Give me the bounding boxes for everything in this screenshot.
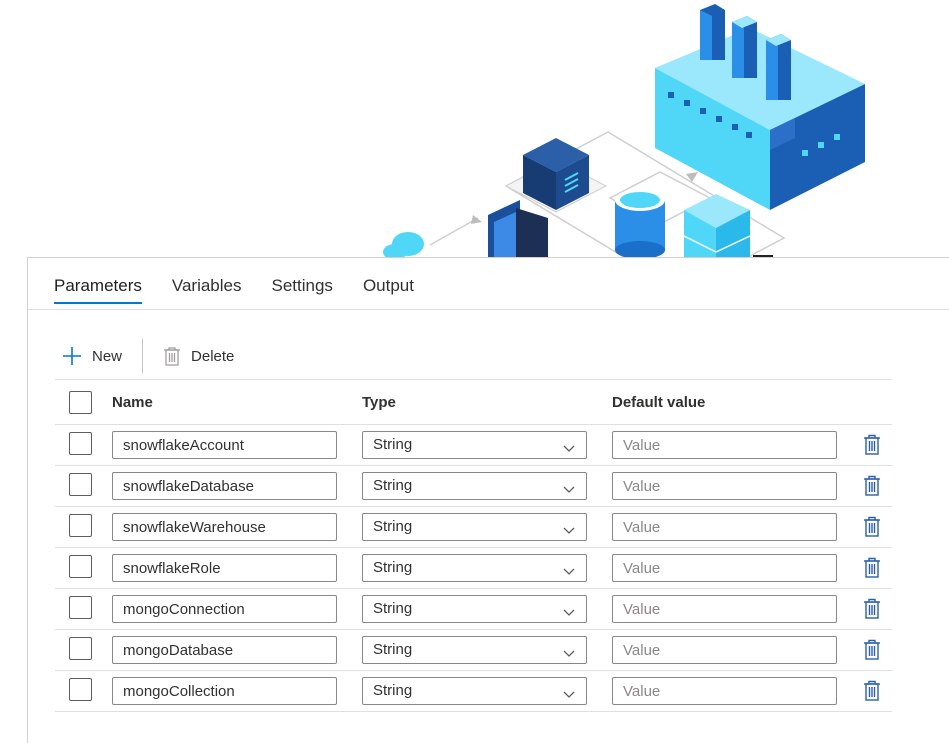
parameter-name-input[interactable] [112,431,337,459]
trash-icon[interactable] [863,475,881,502]
row-checkbox[interactable] [69,637,92,660]
grid-header-row: Name Type Default value [55,379,892,425]
tab-bar: Parameters Variables Settings Output [54,276,444,304]
parameter-name-input[interactable] [112,554,337,582]
parameter-row: String [55,548,892,589]
parameter-name-input[interactable] [112,595,337,623]
default-value-input[interactable] [612,472,837,500]
column-header-default-value: Default value [612,394,706,411]
parameter-name-input[interactable] [112,636,337,664]
default-value-input[interactable] [612,513,837,541]
tab-variables[interactable]: Variables [172,276,242,304]
parameter-row: String [55,466,892,507]
parameters-grid: Name Type Default value String [55,379,892,712]
default-value-input[interactable] [612,677,837,705]
default-value-input[interactable] [612,595,837,623]
parameter-name-input[interactable] [112,677,337,705]
parameter-name-input[interactable] [112,513,337,541]
chevron-down-icon [562,520,576,546]
trash-icon[interactable] [863,598,881,625]
parameter-row: String [55,425,892,466]
row-checkbox[interactable] [69,473,92,496]
select-all-checkbox[interactable] [69,391,92,414]
parameter-type-select[interactable]: String [362,431,587,459]
toolbar-separator [142,339,144,373]
parameter-type-select[interactable]: String [362,513,587,541]
parameter-type-value: String [373,600,413,617]
parameter-name-input[interactable] [112,472,337,500]
trash-icon[interactable] [863,639,881,666]
parameter-type-select[interactable]: String [362,636,587,664]
trash-icon [163,346,181,366]
trash-icon[interactable] [863,680,881,707]
parameter-type-value: String [373,518,413,535]
default-value-input[interactable] [612,554,837,582]
row-checkbox[interactable] [69,514,92,537]
row-checkbox[interactable] [69,596,92,619]
parameter-row: String [55,630,892,671]
chevron-down-icon [562,643,576,669]
delete-parameters-button[interactable]: Delete [163,346,234,366]
chevron-down-icon [562,602,576,628]
new-button-label: New [92,347,123,365]
parameter-type-value: String [373,436,413,453]
parameters-toolbar: New Delete [62,338,234,374]
default-value-input[interactable] [612,636,837,664]
new-parameter-button[interactable]: New [62,346,122,366]
row-checkbox[interactable] [69,432,92,455]
tab-parameters[interactable]: Parameters [54,276,142,304]
pipeline-properties-panel: Parameters Variables Settings Output New [27,257,949,743]
data-factory-illustration [383,4,865,258]
parameter-row: String [55,671,892,712]
parameter-row: String [55,507,892,548]
parameter-type-value: String [373,477,413,494]
trash-icon[interactable] [863,557,881,584]
trash-icon[interactable] [863,516,881,543]
parameter-type-select[interactable]: String [362,554,587,582]
default-value-input[interactable] [612,431,837,459]
parameter-type-value: String [373,682,413,699]
plus-icon [62,346,82,366]
parameter-type-value: String [373,641,413,658]
tab-output[interactable]: Output [363,276,414,304]
delete-button-label: Delete [191,347,235,365]
chevron-down-icon [562,438,576,464]
row-checkbox[interactable] [69,678,92,701]
column-header-type: Type [362,394,396,411]
parameter-type-select[interactable]: String [362,472,587,500]
parameter-row: String [55,589,892,630]
chevron-down-icon [562,479,576,505]
chevron-down-icon [562,684,576,710]
parameter-rows: String String [55,425,892,712]
parameter-type-select[interactable]: String [362,677,587,705]
parameter-type-select[interactable]: String [362,595,587,623]
tab-divider [28,309,949,310]
chevron-down-icon [562,561,576,587]
column-header-name: Name [112,394,153,411]
row-checkbox[interactable] [69,555,92,578]
tab-settings[interactable]: Settings [272,276,333,304]
parameter-type-value: String [373,559,413,576]
trash-icon[interactable] [863,434,881,461]
